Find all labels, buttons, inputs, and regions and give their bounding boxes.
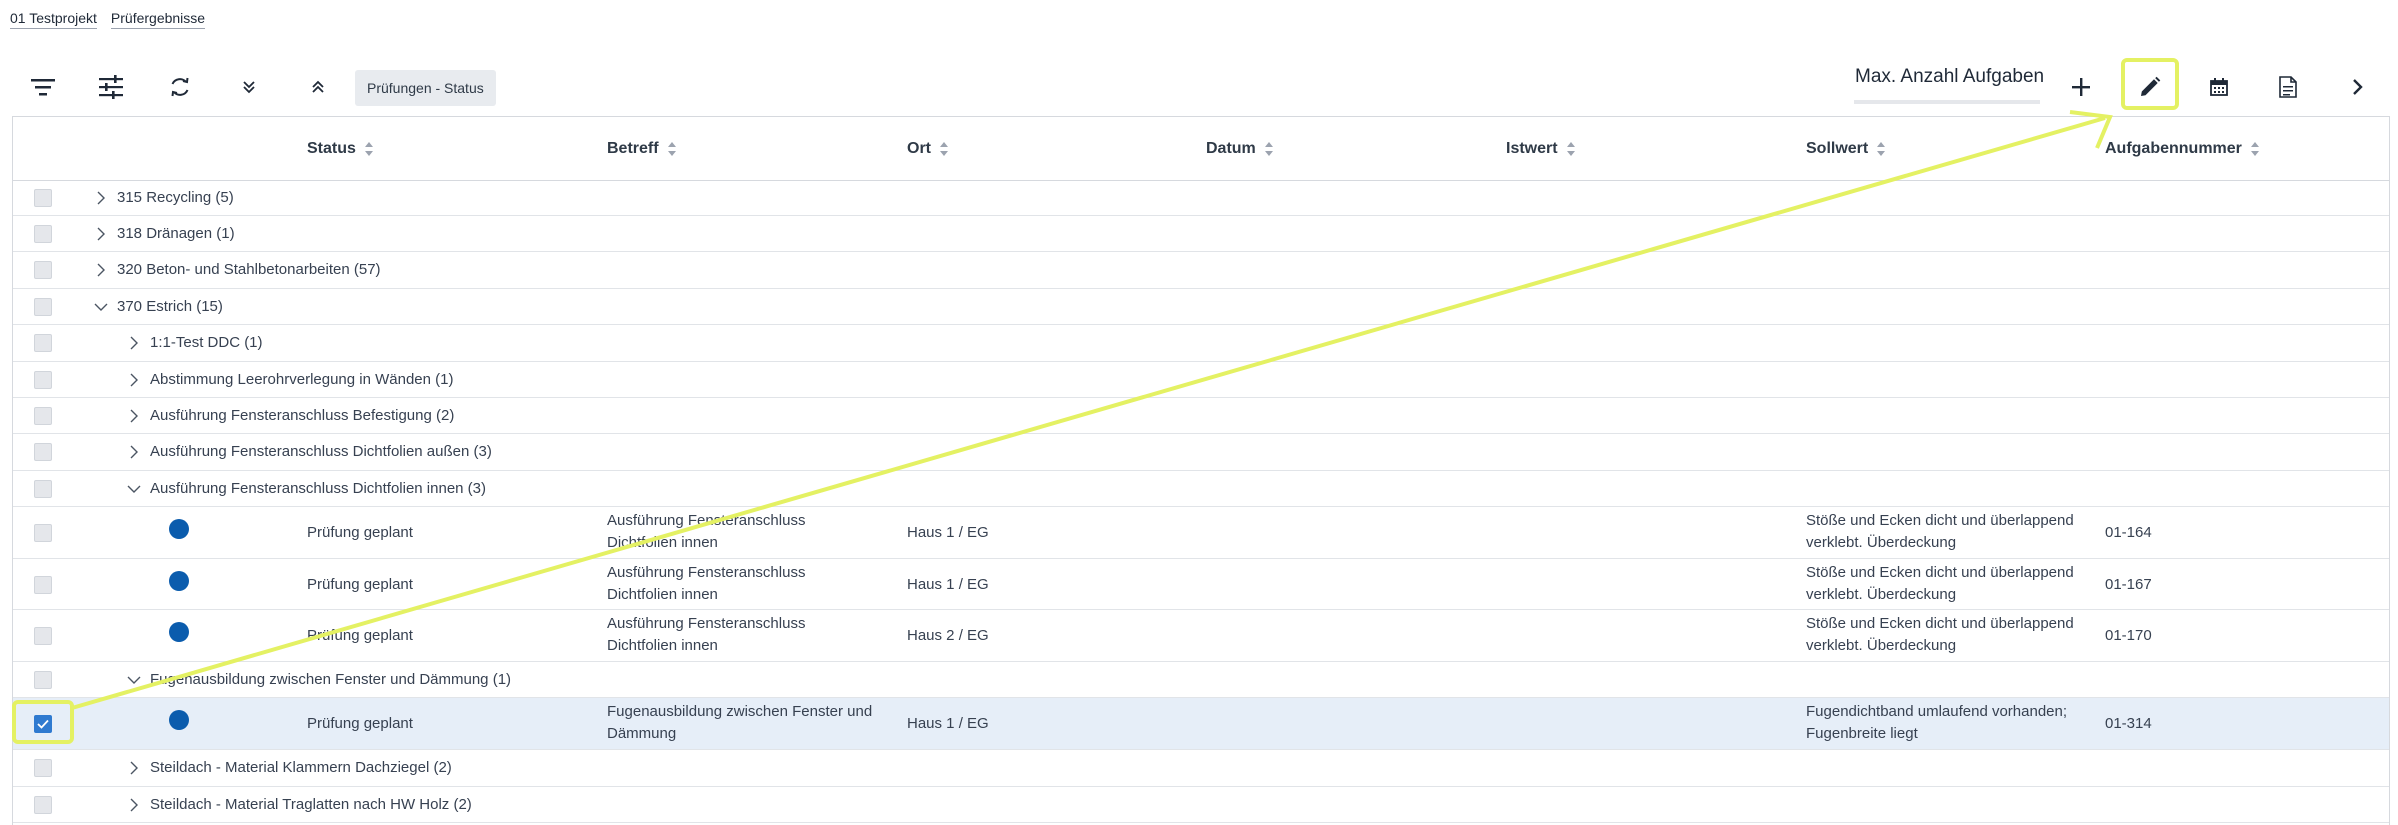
annotation-arrow-icon bbox=[71, 110, 2113, 710]
